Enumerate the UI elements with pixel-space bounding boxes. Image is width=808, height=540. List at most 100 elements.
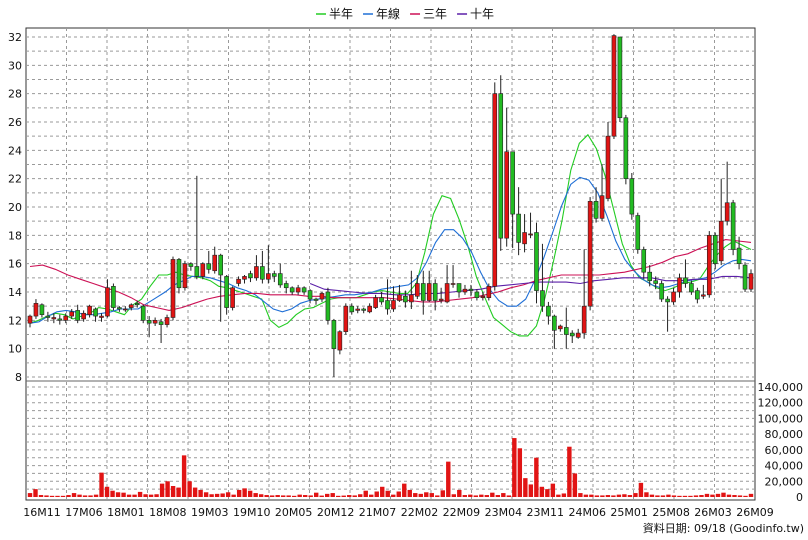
candle-body xyxy=(730,202,736,250)
volume-bar xyxy=(748,493,754,497)
volume-bar xyxy=(214,493,220,497)
candle-body xyxy=(701,294,706,297)
candle-body xyxy=(617,36,623,119)
volume-bar xyxy=(380,486,385,497)
candle-body xyxy=(75,310,80,321)
x-tick-label: 18M08 xyxy=(149,506,187,519)
volume-bar xyxy=(726,494,732,497)
candle-body xyxy=(307,290,313,300)
stock-chart-root: 半年 年線 三年 十年 8 10 12 14 16 18 20 22 24 26 28 30 32 0 20,00… xyxy=(0,0,808,540)
volume-bar xyxy=(495,495,501,497)
legend-label: 十年 xyxy=(470,7,494,21)
volume-bar xyxy=(198,489,203,497)
candle-body xyxy=(105,287,110,317)
candle-body xyxy=(647,271,653,281)
volume-bar xyxy=(170,486,176,497)
candle-body xyxy=(367,305,372,313)
volume-bar xyxy=(545,489,550,497)
candle-body xyxy=(528,233,533,236)
candle-body xyxy=(248,273,253,279)
candle-body xyxy=(111,286,116,308)
price-tick-label: 8 xyxy=(15,371,22,384)
candle-body xyxy=(152,320,158,324)
candle-body xyxy=(99,315,104,318)
candle-body xyxy=(218,254,223,276)
candle-body xyxy=(224,276,229,308)
volume-tick-label: 20,000 xyxy=(765,475,804,488)
candle-body xyxy=(397,294,402,301)
volume-bar xyxy=(302,495,308,497)
volume-bar xyxy=(512,438,517,497)
volume-bar xyxy=(374,491,379,497)
candle-body xyxy=(242,276,247,280)
volume-bar xyxy=(363,490,368,497)
volume-bar xyxy=(192,487,198,497)
volume-bar xyxy=(352,495,357,497)
volume-bar xyxy=(539,486,545,497)
volume-bar xyxy=(242,488,247,497)
candle-body xyxy=(575,332,581,338)
candle-body xyxy=(81,312,86,320)
volume-bar xyxy=(247,490,253,497)
x-tick-label: 20M12 xyxy=(317,506,355,519)
candle-body xyxy=(724,202,730,222)
volume-bar xyxy=(275,495,280,497)
volume-bar xyxy=(677,495,682,497)
volume-bar xyxy=(633,493,638,497)
candle-body xyxy=(444,283,450,303)
volume-bar xyxy=(418,493,423,497)
candle-body xyxy=(665,298,670,303)
volume-bar xyxy=(66,495,71,497)
volume-bar xyxy=(231,494,236,497)
legend-label: 三年 xyxy=(423,7,447,21)
candle-body xyxy=(164,317,170,325)
candle-body xyxy=(69,311,75,317)
volume-bar xyxy=(440,490,445,497)
candle-body xyxy=(486,286,492,298)
volume-bar xyxy=(396,491,401,497)
volume-bar xyxy=(605,495,611,497)
volume-bar xyxy=(49,495,55,497)
candle-body xyxy=(510,151,515,215)
volume-bar xyxy=(165,481,170,497)
candle-body xyxy=(194,266,200,277)
candle-body xyxy=(426,283,432,301)
volume-bar xyxy=(280,495,286,497)
volume-bar xyxy=(479,494,484,497)
candle-body xyxy=(123,308,128,311)
candle-body xyxy=(736,247,742,264)
volume-bar xyxy=(143,494,148,497)
volume-bar xyxy=(297,494,302,497)
candle-body xyxy=(742,264,748,290)
candle-body xyxy=(641,249,647,273)
volume-bar xyxy=(556,494,561,497)
volume-bar xyxy=(589,494,594,497)
volume-bar xyxy=(225,492,231,497)
candle-body xyxy=(343,305,349,332)
candle-body xyxy=(569,332,575,337)
candle-body xyxy=(677,277,682,293)
candle-body xyxy=(718,220,724,262)
volume-bar xyxy=(358,494,363,497)
volume-tick-label: 120,000 xyxy=(758,397,804,410)
candlesticks xyxy=(27,34,754,377)
candle-body xyxy=(289,287,295,293)
candle-body xyxy=(420,283,426,301)
volume-bar xyxy=(159,483,165,497)
candle-body xyxy=(188,263,194,267)
volume-bar xyxy=(688,495,693,497)
x-tick-label: 23M11 xyxy=(527,506,565,519)
candle-body xyxy=(504,151,509,239)
candle-body xyxy=(480,295,486,298)
candle-body xyxy=(277,273,283,286)
volume-bar xyxy=(622,494,627,497)
volume-bar xyxy=(655,495,660,497)
volume-bar xyxy=(473,495,479,497)
candle-body xyxy=(373,297,378,308)
volume-bar xyxy=(269,495,275,497)
candle-body xyxy=(313,298,319,301)
legend: 半年 年線 三年 十年 xyxy=(316,6,494,21)
price-tick-label: 14 xyxy=(8,286,22,299)
candle-body xyxy=(659,283,664,300)
volume-bar xyxy=(33,489,38,497)
